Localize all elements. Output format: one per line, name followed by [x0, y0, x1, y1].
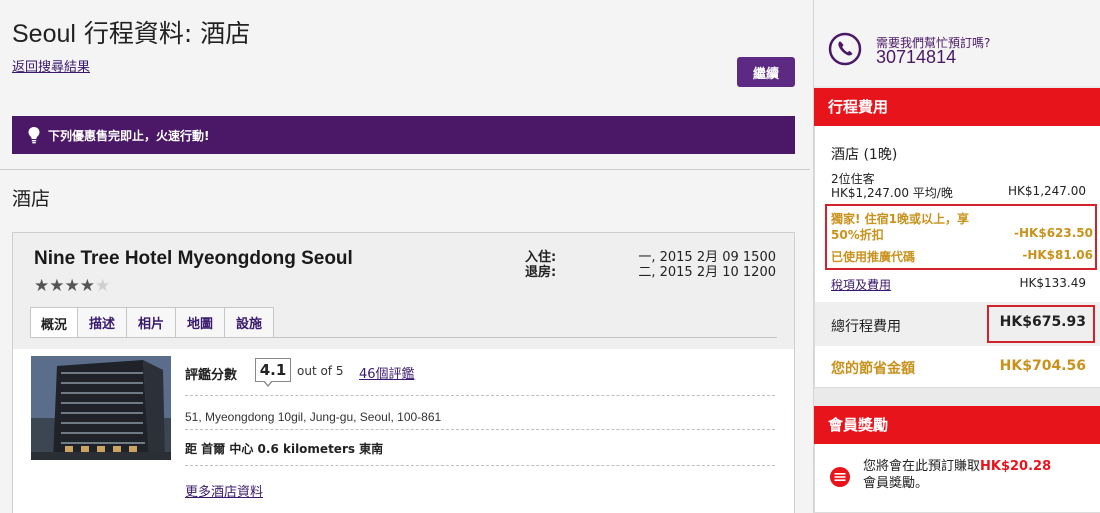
nightly-total: HK$1,247.00	[1008, 184, 1086, 198]
nightly-rate: HK$1,247.00 平均/晚	[831, 186, 953, 200]
page-title: Seoul 行程資料: 酒店	[12, 14, 250, 50]
page-title-rest: 行程資料: 酒店	[75, 19, 251, 48]
checkout-value: 二, 2015 2月 10 1200	[638, 265, 776, 280]
dotted-separator	[185, 465, 775, 466]
page-title-city: Seoul	[12, 20, 76, 48]
hotel-card: Nine Tree Hotel Myeongdong Seoul ★★★★★ 入…	[12, 232, 795, 513]
savings-label: 您的節省金額	[831, 361, 915, 377]
promo-discount-box: 獨家! 住宿1晚或以上，享 50%折扣 -HK$623.50 已使用推廣代碼 -…	[825, 204, 1097, 270]
stars-filled-icon: ★★★★	[34, 276, 95, 296]
trip-costs-header: 行程費用	[814, 88, 1100, 126]
rating-out-of: out of 5	[297, 364, 344, 378]
taxes-fees-amount: HK$133.49	[1019, 276, 1086, 290]
more-hotel-info-link[interactable]: 更多酒店資料	[185, 481, 263, 500]
rewards-text: 您將會在此預訂賺取HK$20.28 會員獎勵。	[863, 458, 1051, 492]
sidebar: 需要我們幫忙預訂嗎? 30714814 行程費用 酒店 (1晚) 2位住客 HK…	[813, 0, 1100, 513]
hotel-photo[interactable]	[31, 356, 171, 460]
lightbulb-icon	[28, 127, 40, 144]
rewards-text-post: 會員獎勵。	[863, 476, 929, 491]
promo-amount-2: -HK$81.06	[1022, 248, 1093, 262]
star-rating: ★★★★★	[34, 276, 110, 296]
stars-empty-icon: ★	[94, 276, 111, 296]
hotel-card-header: Nine Tree Hotel Myeongdong Seoul ★★★★★ 入…	[13, 233, 794, 349]
trip-costs-panel: 酒店 (1晚) 2位住客 HK$1,247.00 平均/晚 HK$1,247.0…	[814, 126, 1100, 388]
total-row: 總行程費用 HK$675.93	[815, 302, 1100, 346]
hotel-address: 51, Myeongdong 10gil, Jung-gu, Seoul, 10…	[185, 410, 442, 424]
booking-help-panel: 需要我們幫忙預訂嗎? 30714814	[814, 0, 1100, 86]
rating-score-badge: 4.1	[255, 358, 291, 382]
tab-overview[interactable]: 概況	[30, 307, 78, 338]
tab-photos[interactable]: 相片	[126, 307, 176, 337]
phone-icon	[828, 32, 862, 66]
help-phone-number[interactable]: 30714814	[876, 47, 956, 68]
tabs-underline	[30, 337, 777, 338]
promo-code-used: 已使用推廣代碼	[831, 250, 916, 264]
rewards-coin-icon	[830, 467, 850, 487]
rewards-text-pre: 您將會在此預訂賺取	[863, 459, 981, 474]
member-rewards-header: 會員獎勵	[814, 406, 1100, 444]
rating-badge-tail-inner	[264, 380, 272, 385]
promo-line-2: 50%折扣	[831, 228, 884, 242]
savings-amount: HK$704.56	[999, 358, 1086, 374]
rating-label: 評鑑分數	[185, 368, 238, 383]
taxes-fees-link[interactable]: 稅項及費用	[831, 276, 891, 293]
tab-map[interactable]: 地圖	[175, 307, 225, 337]
hotel-building-image	[31, 356, 171, 460]
hotel-distance: 距 首爾 中心 0.6 kilometers 東南	[185, 442, 384, 456]
section-title-hotel: 酒店	[12, 188, 51, 210]
tab-facilities[interactable]: 設施	[224, 307, 274, 337]
rewards-amount: HK$20.28	[980, 459, 1052, 474]
main-content: Seoul 行程資料: 酒店 返回搜尋結果 繼續 下列優惠售完即止，火速行動! …	[0, 0, 810, 513]
reviews-link[interactable]: 46個評鑑	[359, 363, 415, 382]
member-rewards-panel: 您將會在此預訂賺取HK$20.28 會員獎勵。	[814, 444, 1100, 513]
hotel-tabs: 概況 描述 相片 地圖 設施	[30, 307, 274, 338]
total-amount: HK$675.93	[999, 314, 1086, 330]
alert-text: 下列優惠售完即止，火速行動!	[48, 128, 210, 143]
dotted-separator	[185, 395, 775, 396]
continue-button[interactable]: 繼續	[737, 57, 795, 87]
section-divider	[0, 169, 810, 170]
hotel-name: Nine Tree Hotel Myeongdong Seoul	[34, 248, 353, 269]
promo-line-1: 獨家! 住宿1晚或以上，享	[831, 212, 970, 226]
promo-amount-1: -HK$623.50	[1014, 226, 1093, 240]
back-to-results-link[interactable]: 返回搜尋結果	[12, 56, 90, 75]
total-label: 總行程費用	[831, 319, 901, 335]
hotel-cost-title: 酒店 (1晚)	[831, 147, 898, 163]
limited-offer-alert: 下列優惠售完即止，火速行動!	[12, 116, 795, 154]
tab-description[interactable]: 描述	[77, 307, 127, 337]
dotted-separator	[185, 429, 775, 430]
checkout-label: 退房:	[525, 265, 557, 280]
